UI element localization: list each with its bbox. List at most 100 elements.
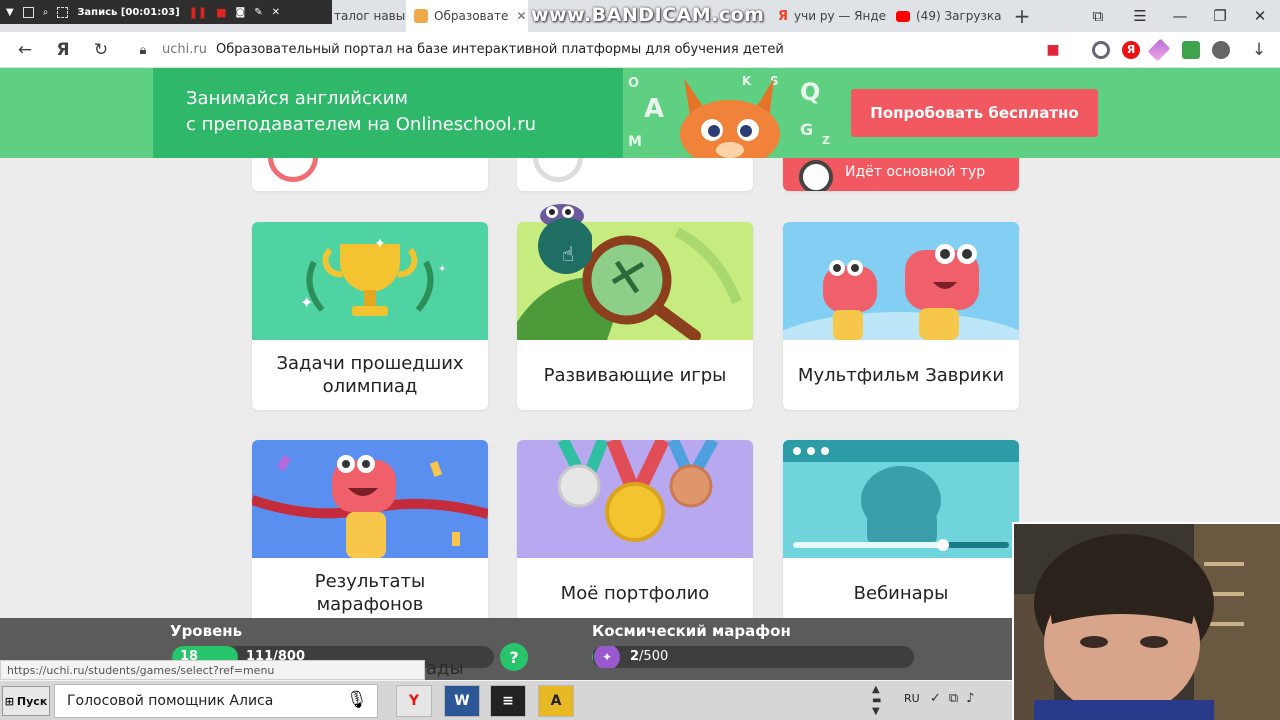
minimize-icon[interactable]: — (1160, 0, 1200, 32)
svg-text:✦: ✦ (374, 236, 386, 252)
scroll-arrows-icon[interactable]: ▲ ▬ ▼ (872, 684, 881, 717)
marathon-title: Космический марафон (592, 622, 791, 640)
card-picture (517, 440, 753, 558)
yandex-logo-icon[interactable]: Я (52, 39, 74, 61)
new-tab-button[interactable]: + (1010, 0, 1034, 32)
banner-letter: Z (822, 134, 830, 147)
card-label: Задачи прошедших олимпиад (276, 353, 464, 397)
bulb-extension-icon[interactable] (1212, 41, 1230, 59)
card-top-label: Идёт основной тур (845, 164, 986, 180)
recorder-label: Запись [00:01:03] (77, 6, 180, 18)
card-label: Результаты марафонов (314, 571, 426, 615)
card-label: Мультфильм Заврики (797, 364, 1005, 386)
voice-assistant-search[interactable]: Голосовой помощник Алиса (54, 684, 378, 718)
stop-icon[interactable]: ■ (216, 6, 226, 19)
fox-mascot-icon (680, 78, 780, 158)
banner-text: Занимайся английским с преподавателем на… (186, 86, 586, 138)
card-portfolio[interactable]: Моё портфолио (517, 440, 753, 618)
yandex-browser-app-icon[interactable]: Y (396, 685, 432, 717)
card-marathon-results[interactable]: Результаты марафонов (252, 440, 488, 618)
uchi-favicon-icon (414, 9, 428, 23)
pencil-icon[interactable]: ✎ (254, 7, 262, 18)
address-bar: ← Я ↻ 🔒︎ uchi.ru Образовательный портал … (0, 32, 1280, 68)
back-icon[interactable]: ← (14, 39, 36, 61)
mouse-cursor-icon: ☝︎ (562, 242, 575, 266)
pause-icon[interactable]: ❚❚ (189, 6, 207, 19)
webcam-overlay (1012, 522, 1280, 720)
banner-letter: A (644, 94, 665, 124)
marathon-total: /500 (639, 649, 669, 664)
tab-label: учи ру — Янде (794, 9, 887, 23)
banner-letter: O (628, 76, 640, 91)
menu-icon[interactable]: ☰ (1120, 0, 1160, 32)
start-label: Пуск (16, 694, 48, 708)
word-app-icon[interactable]: W (444, 685, 480, 717)
card-top-left[interactable] (252, 158, 488, 191)
recorder-toolbar: ▼ ⌕ Запись [00:01:03] ❚❚ ■ ◙ ✎ ✕ (0, 0, 332, 24)
card-top-middle[interactable] (517, 158, 753, 191)
media-app-icon[interactable]: ≡ (490, 685, 526, 717)
banner-line-2: с преподавателем на Onlineschool.ru (186, 114, 537, 135)
pen-extension-icon[interactable] (1147, 38, 1171, 62)
card-label: Моё портфолио (560, 582, 710, 604)
video-player-icon (783, 440, 1019, 551)
yandex-extension-icon[interactable]: Я (1122, 41, 1140, 59)
bookmark-icon[interactable]: ■ (1042, 39, 1064, 61)
window-mode-icon[interactable] (22, 6, 34, 18)
promo-banner[interactable]: Занимайся английским с преподавателем на… (0, 68, 1280, 158)
url-host[interactable]: uchi.ru (162, 42, 207, 57)
lock-icon: 🔒︎ (139, 42, 147, 58)
close-icon[interactable]: ✕ (272, 7, 280, 18)
card-picture (783, 440, 1019, 558)
close-window-icon[interactable]: ✕ (1240, 0, 1280, 32)
card-zavriki-cartoon[interactable]: Мультфильм Заврики (783, 222, 1019, 410)
tab-label: Образовате (434, 9, 509, 23)
card-olympiad-tasks[interactable]: ✦ ✦ ✦ Задачи прошедших олимпиад (252, 222, 488, 410)
puzzle-extension-icon[interactable] (1182, 41, 1200, 59)
svg-text:✦: ✦ (300, 293, 313, 312)
reload-icon[interactable]: ↻ (90, 39, 112, 61)
search-icon[interactable]: ⌕ (43, 7, 49, 18)
banner-line-1: Занимайся английским (186, 88, 408, 109)
ring-icon (268, 158, 318, 182)
start-button[interactable]: ⊞ Пуск (2, 686, 50, 716)
yandex-favicon-icon: Я (778, 9, 789, 24)
bandicam-app-icon[interactable]: A (538, 685, 574, 717)
marathon-progress-bar: ✦ 2/500 (592, 646, 914, 668)
level-title: Уровень (170, 622, 243, 640)
protect-extension-icon[interactable] (1092, 41, 1110, 59)
crop-icon[interactable] (57, 6, 69, 18)
ring-icon (533, 158, 583, 182)
card-label: Вебинары (853, 582, 949, 604)
tab-uchi[interactable]: Образовате ✕ (406, 0, 528, 32)
tab-catalog[interactable]: талог навы (332, 0, 406, 32)
card-top-right[interactable]: Идёт основной тур (783, 158, 1019, 191)
card-picture (252, 440, 488, 558)
download-icon[interactable]: ↓ (1248, 39, 1270, 61)
tab-youtube[interactable]: (49) Загрузка в (890, 0, 1006, 32)
dropdown-icon[interactable]: ▼ (6, 7, 14, 18)
bandicam-watermark: www.BANDICAM.com (531, 4, 765, 26)
partial-card-text: ады (426, 658, 464, 679)
restore-icon[interactable]: ❐ (1200, 0, 1240, 32)
tab-label: (49) Загрузка в (916, 9, 1006, 23)
language-indicator[interactable]: RU (904, 692, 920, 705)
rocket-icon: ✦ (594, 646, 620, 668)
tab-yandex[interactable]: Я учи ру — Янде (770, 0, 888, 32)
dinosaurs-icon (783, 244, 1019, 340)
page-title[interactable]: Образовательный портал на базе интеракти… (216, 42, 784, 57)
card-picture (783, 222, 1019, 340)
close-tab-icon[interactable]: ✕ (516, 9, 526, 23)
camera-icon[interactable]: ◙ (236, 7, 246, 18)
tab-label: талог навы (334, 9, 406, 23)
bookmarks-icon[interactable]: ⧉ (1078, 0, 1118, 32)
trophy-icon: ✦ ✦ ✦ (300, 236, 446, 316)
help-button[interactable]: ? (500, 643, 528, 671)
card-picture: ✦ ✦ ✦ (252, 222, 488, 340)
card-webinars[interactable]: Вебинары (783, 440, 1019, 618)
youtube-favicon-icon (896, 10, 910, 22)
try-free-button[interactable]: Попробовать бесплатно (851, 89, 1098, 137)
microphone-icon[interactable]: 🎙︎ (346, 690, 368, 710)
tray-icons[interactable]: ✓⧉♪ (930, 691, 982, 706)
finish-line-icon (252, 454, 488, 558)
